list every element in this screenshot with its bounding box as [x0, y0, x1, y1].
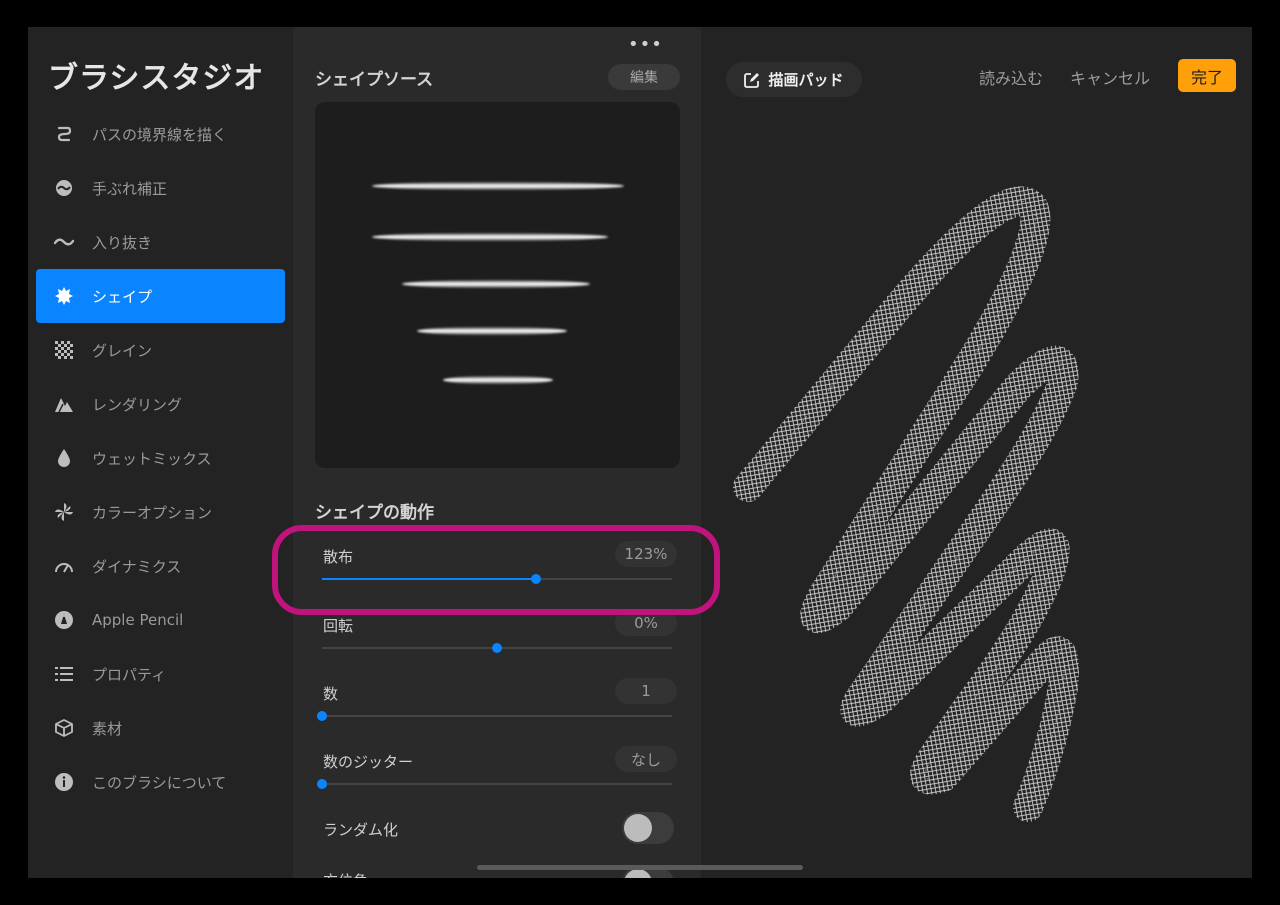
info-icon: [36, 772, 92, 792]
drawing-pad-label: 描画パッド: [768, 71, 844, 89]
slider-fill: [322, 578, 536, 580]
sidebar-item-label: 手ぶれ補正: [92, 179, 168, 198]
materials-icon: [36, 718, 92, 738]
rotation-slider[interactable]: 回転 0%: [315, 610, 680, 675]
more-options-icon[interactable]: •••: [628, 34, 663, 55]
done-button[interactable]: 完了: [1178, 59, 1236, 92]
sidebar-item-stroke-path[interactable]: パスの境界線を描く: [36, 107, 285, 161]
slider-thumb[interactable]: [317, 711, 327, 721]
slider-thumb[interactable]: [530, 574, 541, 584]
toggle-knob: [624, 869, 652, 878]
sidebar-item-grain[interactable]: グレイン: [36, 323, 285, 377]
compose-icon: [744, 72, 760, 88]
randomize-row: ランダム化: [315, 812, 680, 852]
sidebar-item-label: Apple Pencil: [92, 611, 184, 629]
sidebar-nav: パスの境界線を描く 手ぶれ補正 入り抜き シェイプ グレイン レンダリング ウェ…: [36, 107, 285, 809]
stroke-path-icon: [36, 124, 92, 144]
sidebar-item-materials[interactable]: 素材: [36, 701, 285, 755]
slider-track[interactable]: [317, 779, 672, 789]
sidebar-item-label: カラーオプション: [92, 503, 213, 522]
count-slider[interactable]: 数 1: [315, 678, 680, 743]
slider-value[interactable]: 123%: [615, 541, 677, 567]
randomize-label: ランダム化: [323, 821, 399, 839]
sidebar-item-label: レンダリング: [92, 395, 183, 414]
shape-icon: [36, 286, 92, 306]
scatter-slider[interactable]: 散布 123%: [315, 541, 680, 606]
sidebar-item-wet-mix[interactable]: ウェットミックス: [36, 431, 285, 485]
sidebar-item-label: 素材: [92, 719, 123, 738]
sidebar-item-label: プロパティ: [92, 665, 167, 684]
sidebar-item-shape[interactable]: シェイプ: [36, 269, 285, 323]
sidebar-item-dynamics[interactable]: ダイナミクス: [36, 539, 285, 593]
slider-thumb[interactable]: [317, 779, 327, 789]
sidebar-item-label: ダイナミクス: [92, 557, 182, 576]
sidebar: ブラシスタジオ パスの境界線を描く 手ぶれ補正 入り抜き シェイプ グレイン レ…: [28, 27, 293, 878]
sidebar-item-color-options[interactable]: カラーオプション: [36, 485, 285, 539]
preview-stroke: [402, 280, 590, 288]
sidebar-item-label: 入り抜き: [92, 233, 153, 252]
sidebar-item-label: このブラシについて: [92, 773, 227, 792]
taper-icon: [36, 235, 92, 249]
slider-value[interactable]: 1: [615, 678, 677, 704]
sidebar-item-label: パスの境界線を描く: [92, 125, 228, 144]
toggle-knob: [624, 814, 652, 842]
slider-value[interactable]: なし: [615, 746, 677, 772]
preview-stroke: [372, 233, 608, 241]
count-jitter-slider[interactable]: 数のジッター なし: [315, 746, 680, 811]
slider-label: 数のジッター: [323, 753, 414, 771]
sidebar-item-apple-pencil[interactable]: Apple Pencil: [36, 593, 285, 647]
slider-label: 散布: [323, 548, 354, 566]
edit-button[interactable]: 編集: [608, 64, 680, 90]
slider-thumb[interactable]: [492, 643, 502, 653]
grain-icon: [36, 341, 92, 359]
stabilization-icon: [36, 178, 92, 198]
cancel-button[interactable]: キャンセル: [1070, 65, 1150, 89]
sidebar-item-label: シェイプ: [92, 287, 153, 306]
drawing-pad-canvas[interactable]: [718, 167, 1098, 847]
app-title: ブラシスタジオ: [48, 61, 265, 96]
preview-stroke: [443, 376, 553, 384]
sidebar-item-label: ウェットミックス: [92, 449, 212, 468]
sidebar-item-about-brush[interactable]: このブラシについて: [36, 755, 285, 809]
sidebar-item-stabilization[interactable]: 手ぶれ補正: [36, 161, 285, 215]
sidebar-item-rendering[interactable]: レンダリング: [36, 377, 285, 431]
slider-track[interactable]: [322, 643, 672, 653]
preview-stroke: [372, 182, 624, 190]
properties-icon: [36, 667, 92, 681]
slider-value[interactable]: 0%: [615, 610, 677, 636]
rendering-icon: [36, 395, 92, 413]
apple-pencil-icon: [36, 610, 92, 630]
wet-mix-icon: [36, 448, 92, 468]
slider-track[interactable]: [317, 711, 672, 721]
dynamics-icon: [36, 558, 92, 574]
shape-settings-panel: ••• シェイプソース 編集 シェイプの動作 散布 123% 回転 0% 数 1…: [293, 27, 701, 878]
sidebar-item-properties[interactable]: プロパティ: [36, 647, 285, 701]
slider-label: 回転: [323, 617, 354, 635]
import-button[interactable]: 読み込む: [979, 65, 1043, 89]
preview-stroke: [417, 327, 567, 335]
color-options-icon: [36, 502, 92, 522]
sidebar-item-label: グレイン: [92, 341, 153, 360]
shape-source-preview[interactable]: [315, 102, 680, 468]
shape-behavior-title: シェイプの動作: [315, 503, 434, 523]
drawing-pad-button[interactable]: 描画パッド: [726, 62, 862, 97]
azimuth-label: 方位角: [323, 870, 368, 878]
brush-studio-screen: ブラシスタジオ パスの境界線を描く 手ぶれ補正 入り抜き シェイプ グレイン レ…: [28, 27, 1252, 878]
sidebar-item-taper[interactable]: 入り抜き: [36, 215, 285, 269]
home-indicator: [477, 865, 803, 870]
slider-track[interactable]: [322, 574, 672, 584]
shape-source-title: シェイプソース: [315, 70, 434, 90]
randomize-toggle[interactable]: [622, 812, 674, 844]
slider-label: 数: [323, 685, 339, 703]
brush-stroke: [733, 186, 1079, 822]
